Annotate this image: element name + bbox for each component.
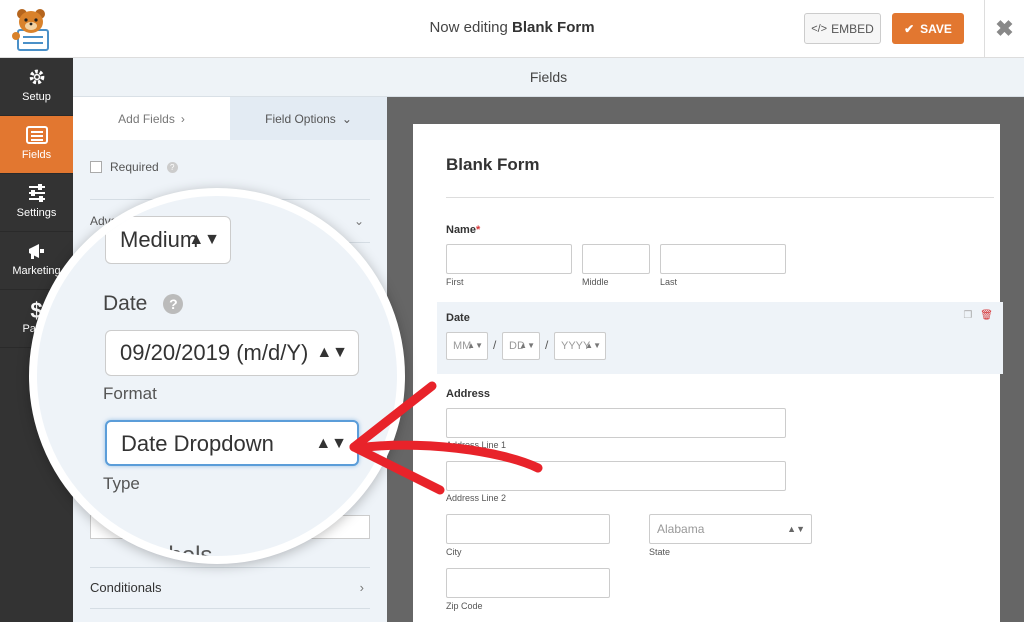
red-arrow-annotation bbox=[349, 381, 543, 495]
